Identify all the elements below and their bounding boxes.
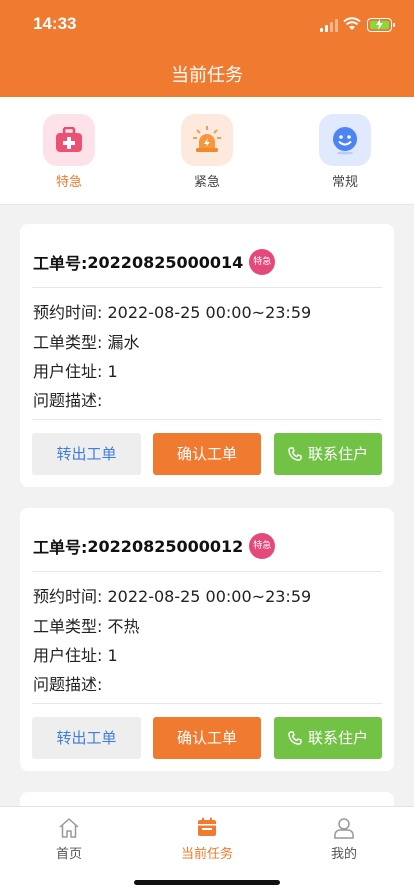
- work-order-card: 工单号: 20220825000012 特急 预约时间: 2022-08-25 …: [20, 508, 394, 771]
- problem-description: 问题描述:: [33, 391, 103, 410]
- order-number: 工单号: 20220825000014 特急: [33, 249, 276, 275]
- order-type: 工单类型: 漏水: [33, 333, 140, 352]
- first-aid-kit-icon: [43, 114, 95, 166]
- smiley-face-icon: [319, 114, 371, 166]
- user-address: 用户住址: 1: [33, 362, 118, 381]
- confirm-order-button[interactable]: 确认工单: [153, 717, 261, 759]
- card-actions: 转出工单 确认工单 联系住户: [20, 717, 394, 759]
- order-number-label: 工单号:: [33, 254, 88, 273]
- divider: [32, 419, 382, 420]
- problem-description: 问题描述:: [33, 675, 103, 694]
- button-label: 确认工单: [176, 729, 237, 747]
- category-urgent-special[interactable]: 特急: [42, 114, 96, 190]
- header-bar: 14:33 当前任务: [0, 0, 414, 97]
- tab-label: 我的: [330, 847, 357, 862]
- appointment-time: 预约时间: 2022-08-25 00:00~23:59: [33, 303, 312, 322]
- button-label: 联系住户: [307, 729, 368, 747]
- category-filter-bar: 特急 紧急 常规: [0, 97, 414, 205]
- battery-icon: [367, 18, 395, 32]
- order-number: 工单号: 20220825000012 特急: [33, 533, 276, 559]
- phone-icon: [288, 731, 302, 745]
- order-number-value: 20220825000014: [87, 252, 244, 272]
- status-time: 14:33: [33, 14, 77, 33]
- divider: [32, 703, 382, 704]
- transfer-order-button[interactable]: 转出工单: [32, 717, 141, 759]
- appointment-time: 预约时间: 2022-08-25 00:00~23:59: [33, 587, 312, 606]
- order-type: 工单类型: 不热: [33, 617, 140, 636]
- button-label: 转出工单: [56, 445, 117, 463]
- order-number-value: 20220825000012: [87, 536, 244, 556]
- wifi-icon: [343, 17, 361, 30]
- priority-badge: 特急: [249, 249, 276, 275]
- tab-home[interactable]: 首页: [29, 817, 109, 862]
- divider: [32, 287, 382, 288]
- category-label: 紧急: [193, 175, 220, 190]
- contact-resident-button[interactable]: 联系住户: [274, 717, 382, 759]
- category-label: 常规: [331, 175, 358, 190]
- button-label: 确认工单: [176, 445, 237, 463]
- card-actions: 转出工单 确认工单 联系住户: [20, 433, 394, 475]
- contact-resident-button[interactable]: 联系住户: [274, 433, 382, 475]
- user-icon: [304, 817, 384, 839]
- button-label: 联系住户: [307, 445, 368, 463]
- category-regular[interactable]: 常规: [318, 114, 372, 190]
- alarm-light-icon: [181, 114, 233, 166]
- category-urgent[interactable]: 紧急: [180, 114, 234, 190]
- button-label: 转出工单: [56, 729, 117, 747]
- tab-current-tasks[interactable]: 当前任务: [167, 817, 247, 862]
- tab-profile[interactable]: 我的: [304, 817, 384, 862]
- status-bar: 14:33: [0, 0, 414, 50]
- user-address: 用户住址: 1: [33, 646, 118, 665]
- work-order-card: 工单号: 20220825000014 特急 预约时间: 2022-08-25 …: [20, 224, 394, 487]
- tab-label: 当前任务: [180, 847, 233, 862]
- transfer-order-button[interactable]: 转出工单: [32, 433, 141, 475]
- tab-label: 首页: [55, 847, 82, 862]
- home-icon: [29, 817, 109, 839]
- divider: [32, 571, 382, 572]
- cellular-signal-icon: [320, 19, 338, 32]
- priority-badge: 特急: [249, 533, 276, 559]
- phone-icon: [288, 447, 302, 461]
- confirm-order-button[interactable]: 确认工单: [153, 433, 261, 475]
- calendar-icon: [167, 817, 247, 839]
- page-title: 当前任务: [171, 65, 243, 86]
- home-indicator: [134, 880, 280, 885]
- category-label: 特急: [55, 175, 82, 190]
- order-number-label: 工单号:: [33, 538, 88, 557]
